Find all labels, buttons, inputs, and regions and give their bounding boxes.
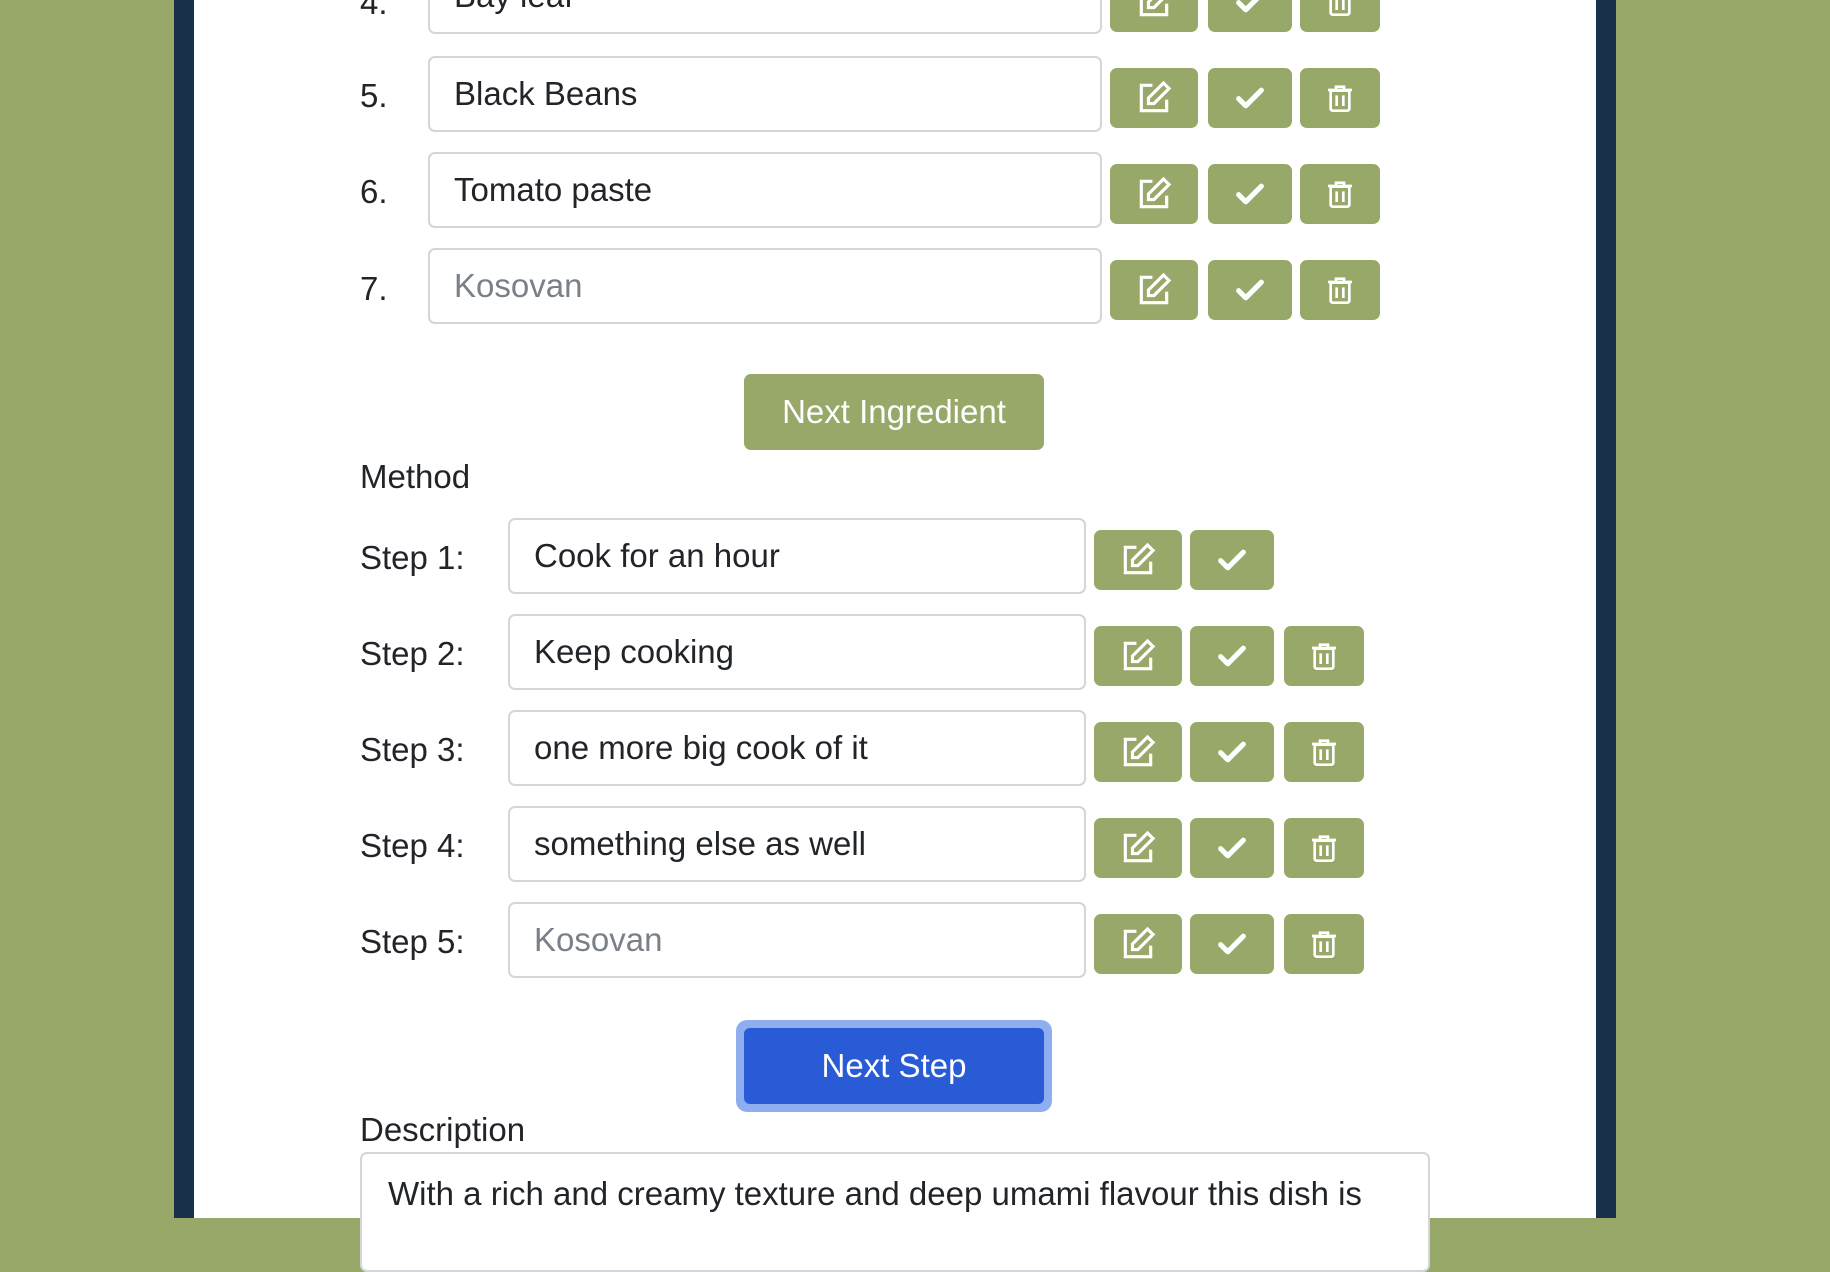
confirm-step-button[interactable]	[1190, 914, 1274, 974]
edit-step-button[interactable]	[1094, 530, 1182, 590]
edit-icon	[1139, 0, 1169, 17]
trash-icon	[1329, 0, 1351, 16]
edit-icon	[1139, 80, 1172, 113]
confirm-step-button[interactable]	[1190, 818, 1274, 878]
trash-icon	[1328, 277, 1352, 304]
check-icon	[1236, 183, 1264, 205]
method-heading: Method	[360, 458, 471, 495]
delete-step-button[interactable]	[1284, 818, 1364, 878]
edit-step-button[interactable]	[1094, 626, 1182, 686]
edit-ingredient-button[interactable]	[1110, 0, 1198, 32]
step-input[interactable]: Keep cooking	[508, 614, 1086, 690]
step-input[interactable]: Cook for an hour	[508, 518, 1086, 594]
trash-icon	[1312, 835, 1336, 862]
ingredient-input[interactable]: Black Beans	[428, 56, 1102, 132]
trash-icon	[1328, 181, 1352, 208]
delete-ingredient-button[interactable]	[1300, 260, 1380, 320]
edit-ingredient-button[interactable]	[1110, 68, 1198, 128]
ingredient-input[interactable]: Bay leaf	[428, 0, 1102, 34]
edit-step-button[interactable]	[1094, 818, 1182, 878]
step-label: Step 3:	[360, 731, 465, 768]
delete-step-button[interactable]	[1284, 722, 1364, 782]
confirm-ingredient-button[interactable]	[1208, 68, 1292, 128]
trash-icon	[1312, 931, 1336, 958]
edit-icon	[1123, 830, 1156, 863]
check-icon	[1236, 0, 1260, 13]
step-label: Step 5:	[360, 923, 465, 960]
delete-step-button[interactable]	[1284, 626, 1364, 686]
check-icon	[1236, 87, 1264, 109]
description-textarea[interactable]: With a rich and creamy texture and deep …	[360, 1152, 1430, 1272]
step-label: Step 1:	[360, 539, 465, 576]
edit-icon	[1123, 638, 1156, 671]
confirm-step-button[interactable]	[1190, 722, 1274, 782]
trash-icon	[1312, 643, 1336, 670]
edit-step-button[interactable]	[1094, 914, 1182, 974]
edit-icon	[1123, 734, 1156, 767]
step-input[interactable]: Kosovan	[508, 902, 1086, 978]
confirm-ingredient-button[interactable]	[1208, 260, 1292, 320]
step-label: Step 2:	[360, 635, 465, 672]
ingredient-number: 5.	[360, 77, 388, 114]
edit-icon	[1123, 926, 1156, 959]
next-ingredient-button[interactable]: Next Ingredient	[744, 374, 1044, 450]
ingredient-number: 7.	[360, 270, 388, 307]
confirm-ingredient-button[interactable]	[1208, 164, 1292, 224]
edit-ingredient-button[interactable]	[1110, 260, 1198, 320]
ingredient-number: 6.	[360, 173, 388, 210]
confirm-ingredient-button[interactable]	[1208, 0, 1292, 32]
ingredient-input[interactable]: Kosovan	[428, 248, 1102, 324]
ingredient-input[interactable]: Tomato paste	[428, 152, 1102, 228]
check-icon	[1218, 645, 1246, 667]
confirm-step-button[interactable]	[1190, 530, 1274, 590]
confirm-step-button[interactable]	[1190, 626, 1274, 686]
step-input[interactable]: something else as well	[508, 806, 1086, 882]
trash-icon	[1312, 739, 1336, 766]
check-icon	[1236, 279, 1264, 301]
check-icon	[1218, 933, 1246, 955]
delete-ingredient-button[interactable]	[1300, 164, 1380, 224]
step-input[interactable]: one more big cook of it	[508, 710, 1086, 786]
description-heading: Description	[360, 1111, 526, 1148]
ingredient-number: 4.	[360, 0, 388, 21]
edit-icon	[1139, 176, 1172, 209]
edit-icon	[1123, 542, 1156, 575]
check-icon	[1218, 549, 1246, 571]
check-icon	[1218, 741, 1246, 763]
edit-step-button[interactable]	[1094, 722, 1182, 782]
edit-ingredient-button[interactable]	[1110, 164, 1198, 224]
delete-ingredient-button[interactable]	[1300, 68, 1380, 128]
edit-icon	[1139, 272, 1172, 305]
delete-ingredient-button[interactable]	[1300, 0, 1380, 32]
delete-step-button[interactable]	[1284, 914, 1364, 974]
step-label: Step 4:	[360, 827, 465, 864]
check-icon	[1218, 837, 1246, 859]
next-step-button[interactable]: Next Step	[744, 1028, 1044, 1104]
trash-icon	[1328, 85, 1352, 112]
